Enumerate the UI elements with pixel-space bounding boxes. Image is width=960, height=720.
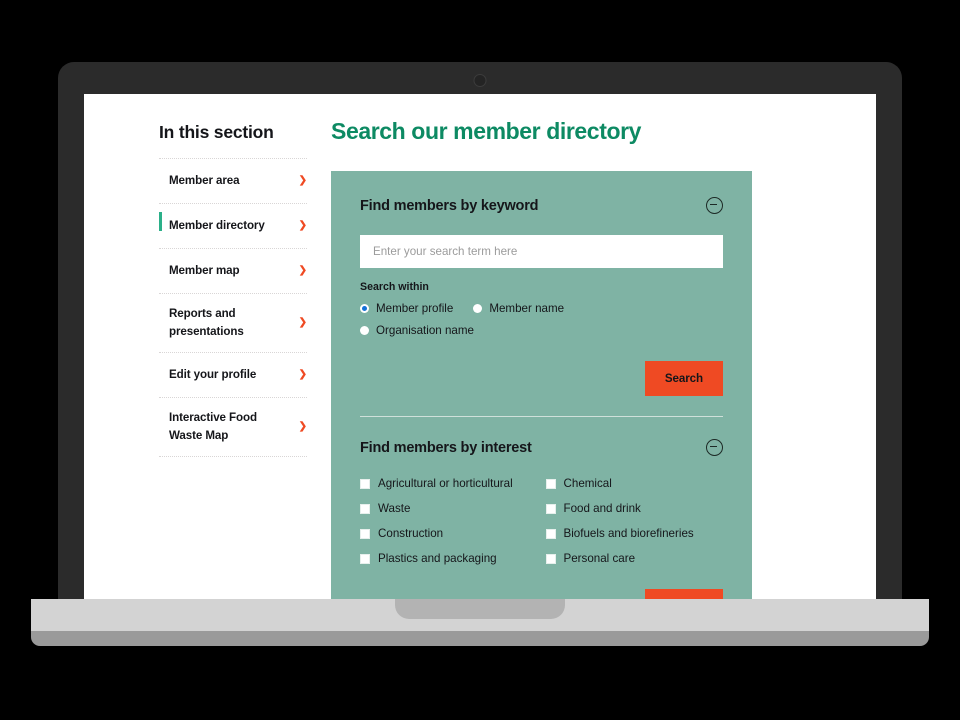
interest-checkbox-grid: Agricultural or horticultural Chemical W… (360, 477, 723, 565)
interest-section-header: Find members by interest (360, 439, 723, 456)
search-within-radio-row-1: Member profile Member name (360, 302, 723, 315)
minus-circle-icon[interactable] (706, 439, 723, 456)
sidebar-item-edit-your-profile[interactable]: Edit your profile ❯ (159, 351, 307, 397)
checkbox-icon[interactable] (360, 503, 370, 514)
chevron-right-icon: ❯ (298, 220, 307, 231)
checkbox-label: Biofuels and biorefineries (563, 527, 694, 540)
webcam-icon (473, 74, 487, 87)
radio-label: Member profile (376, 302, 454, 315)
laptop-lid: In this section Member area ❯ Member dir… (58, 62, 902, 599)
checkbox-option-plastics-and-packaging[interactable]: Plastics and packaging (360, 552, 538, 565)
sidebar: In this section Member area ❯ Member dir… (84, 94, 331, 599)
radio-label: Member name (489, 302, 565, 315)
chevron-right-icon: ❯ (298, 420, 307, 432)
checkbox-label: Personal care (563, 552, 636, 565)
chevron-right-icon: ❯ (298, 175, 307, 186)
radio-icon[interactable] (473, 304, 483, 313)
page-title: Search our member directory (331, 118, 642, 144)
interest-search-button[interactable]: Search (644, 589, 723, 599)
chevron-right-icon: ❯ (298, 316, 307, 328)
sidebar-item-label: Edit your profile (169, 367, 257, 381)
search-input[interactable] (360, 235, 723, 268)
sidebar-item-member-map[interactable]: Member map ❯ (159, 248, 307, 293)
keyword-search-button-row: Search (360, 361, 723, 396)
laptop-deck (31, 599, 929, 631)
sidebar-item-label: Member map (169, 264, 240, 278)
checkbox-label: Agricultural or horticultural (378, 477, 513, 490)
interest-section-heading: Find members by interest (360, 439, 532, 456)
checkbox-option-personal-care[interactable]: Personal care (545, 552, 724, 565)
checkbox-label: Food and drink (563, 502, 641, 515)
sidebar-item-member-directory[interactable]: Member directory ❯ (159, 203, 307, 248)
keyword-search-button[interactable]: Search (644, 361, 723, 396)
search-within-radio-row-2: Organisation name (360, 324, 723, 337)
section-divider (360, 416, 723, 417)
checkbox-icon[interactable] (360, 528, 370, 539)
checkbox-option-chemical[interactable]: Chemical (545, 477, 724, 490)
sidebar-item-label: Interactive Food Waste Map (169, 410, 257, 442)
chevron-right-icon: ❯ (298, 265, 307, 276)
sidebar-nav-list: Member area ❯ Member directory ❯ Member … (159, 158, 307, 457)
laptop-deck-notch (395, 599, 565, 619)
keyword-section-header: Find members by keyword (360, 197, 723, 214)
checkbox-option-construction[interactable]: Construction (360, 527, 538, 540)
laptop-foot (31, 631, 929, 646)
sidebar-item-label: Reports and presentations (169, 307, 244, 338)
main-content: Search our member directory Find members… (331, 94, 876, 599)
checkbox-icon[interactable] (545, 528, 556, 539)
sidebar-item-label: Member area (169, 174, 240, 188)
keyword-section-heading: Find members by keyword (360, 197, 539, 214)
screenshot-stage: In this section Member area ❯ Member dir… (0, 0, 960, 720)
chevron-right-icon: ❯ (298, 368, 307, 380)
checkbox-option-food-and-drink[interactable]: Food and drink (545, 502, 724, 515)
sidebar-title: In this section (159, 122, 274, 142)
checkbox-icon[interactable] (545, 553, 556, 564)
interest-search-button-row: Search (360, 589, 723, 599)
sidebar-item-interactive-food-waste-map[interactable]: Interactive Food Waste Map ❯ (159, 396, 307, 457)
checkbox-label: Construction (378, 527, 444, 540)
checkbox-icon[interactable] (545, 478, 556, 489)
checkbox-option-agricultural-or-horticultural[interactable]: Agricultural or horticultural (360, 477, 538, 490)
radio-icon[interactable] (360, 304, 369, 313)
sidebar-item-member-area[interactable]: Member area ❯ (159, 158, 307, 203)
web-page: In this section Member area ❯ Member dir… (84, 94, 876, 599)
radio-option-organisation-name[interactable]: Organisation name (360, 324, 474, 337)
radio-icon[interactable] (360, 326, 369, 335)
checkbox-icon[interactable] (360, 553, 370, 564)
checkbox-option-biofuels-and-biorefineries[interactable]: Biofuels and biorefineries (545, 527, 724, 540)
checkbox-icon[interactable] (545, 503, 556, 514)
search-within-label: Search within (360, 281, 429, 293)
checkbox-label: Plastics and packaging (378, 552, 497, 565)
radio-option-member-profile[interactable]: Member profile (360, 302, 453, 315)
radio-option-member-name[interactable]: Member name (473, 302, 564, 315)
radio-label: Organisation name (376, 324, 474, 337)
checkbox-option-waste[interactable]: Waste (360, 502, 538, 515)
laptop-screen: In this section Member area ❯ Member dir… (84, 94, 876, 599)
minus-circle-icon[interactable] (706, 197, 723, 214)
checkbox-label: Waste (378, 502, 411, 515)
sidebar-item-label: Member directory (169, 219, 265, 233)
checkbox-icon[interactable] (360, 478, 370, 489)
checkbox-label: Chemical (563, 477, 612, 490)
sidebar-item-reports-and-presentations[interactable]: Reports and presentations ❯ (159, 293, 307, 352)
search-panel: Find members by keyword Search within Me… (331, 171, 752, 599)
